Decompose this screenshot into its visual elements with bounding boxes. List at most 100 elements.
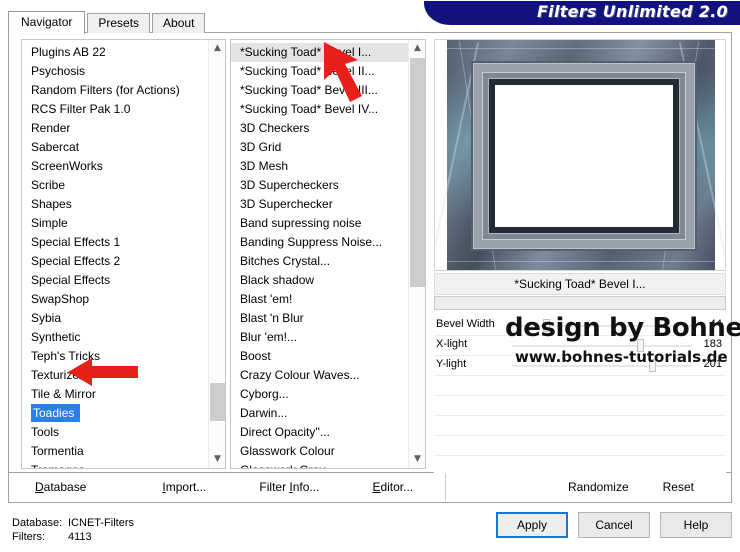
category-item[interactable]: Sabercat	[22, 138, 208, 157]
category-item[interactable]: Tools	[22, 423, 208, 442]
filter-item-selected[interactable]: *Sucking Toad* Bevel I...	[231, 43, 408, 62]
category-item[interactable]: Scribe	[22, 176, 208, 195]
chevron-up-icon[interactable]: ▲	[209, 40, 226, 57]
preset-slot-bar[interactable]	[434, 296, 726, 310]
list-item[interactable]: Tramages	[22, 461, 208, 468]
slider-row[interactable]	[434, 396, 726, 416]
category-item[interactable]: ScreenWorks	[22, 157, 208, 176]
filter-item[interactable]: Blast 'em!	[231, 290, 408, 309]
slider-row[interactable]	[434, 416, 726, 436]
editor-button[interactable]: Editor...	[372, 480, 413, 494]
filter-item[interactable]: Blast 'n Blur	[231, 309, 408, 328]
category-item[interactable]: Psychosis	[22, 62, 208, 81]
list-item[interactable]: Tile & Mirror	[22, 385, 208, 404]
list-item[interactable]: RCS Filter Pak 1.0	[22, 100, 208, 119]
tab-about[interactable]: About	[152, 13, 205, 33]
filter-item[interactable]: 3D Supercheckers	[231, 176, 408, 195]
category-item[interactable]: Shapes	[22, 195, 208, 214]
category-item[interactable]: Tormentia	[22, 442, 208, 461]
list-item[interactable]: Psychosis	[22, 62, 208, 81]
category-item[interactable]: Tramages	[22, 461, 208, 468]
slider-track[interactable]	[512, 345, 692, 347]
tab-navigator[interactable]: Navigator	[8, 11, 85, 34]
category-item[interactable]: Synthetic	[22, 328, 208, 347]
help-button[interactable]: Help	[660, 512, 732, 538]
list-item[interactable]: Tormentia	[22, 442, 208, 461]
reset-button[interactable]: Reset	[663, 480, 694, 494]
list-item[interactable]: Texturize	[22, 366, 208, 385]
list-item[interactable]: Sabercat	[22, 138, 208, 157]
slider-track[interactable]	[512, 365, 692, 367]
filter-item[interactable]: Blur 'em!...	[231, 328, 408, 347]
chevron-down-icon[interactable]: ▼	[209, 451, 226, 468]
list-item[interactable]: Teph's Tricks	[22, 347, 208, 366]
slider-row[interactable]: X-light183	[434, 336, 726, 356]
slider-thumb[interactable]	[543, 319, 550, 332]
list-item[interactable]: Sybia	[22, 309, 208, 328]
filter-item[interactable]: Darwin...	[231, 404, 408, 423]
category-item[interactable]: Special Effects 2	[22, 252, 208, 271]
filter-item[interactable]: *Sucking Toad* Bevel II...	[231, 62, 408, 81]
cancel-button[interactable]: Cancel	[578, 512, 650, 538]
filter-item[interactable]: Direct Opacity''...	[231, 423, 408, 442]
slider-thumb[interactable]	[637, 339, 644, 352]
list-item[interactable]: Toadies	[22, 404, 208, 423]
filter-item[interactable]: Glasswork Colour	[231, 442, 408, 461]
list-item[interactable]: ScreenWorks	[22, 157, 208, 176]
category-item[interactable]: SwapShop	[22, 290, 208, 309]
tab-presets[interactable]: Presets	[87, 13, 150, 33]
list-item[interactable]: Tools	[22, 423, 208, 442]
category-item-selected[interactable]: Toadies	[31, 404, 80, 422]
filter-item[interactable]: Black shadow	[231, 271, 408, 290]
slider-row[interactable]: Y-light201	[434, 356, 726, 376]
import-button[interactable]: Import...	[162, 480, 206, 494]
list-item[interactable]: Plugins AB 22	[22, 43, 208, 62]
filter-item[interactable]: *Sucking Toad* Bevel IV...	[231, 100, 408, 119]
filter-item[interactable]: Glasswork Gray	[231, 461, 408, 468]
database-button[interactable]: Database	[35, 480, 86, 494]
slider-row[interactable]: Bevel Width44	[434, 316, 726, 336]
category-item[interactable]: Render	[22, 119, 208, 138]
filter-item[interactable]: 3D Superchecker	[231, 195, 408, 214]
slider-row[interactable]	[434, 376, 726, 396]
list-item[interactable]: Scribe	[22, 176, 208, 195]
filter-item[interactable]: Bitches Crystal...	[231, 252, 408, 271]
chevron-up-icon[interactable]: ▲	[409, 40, 426, 57]
filter-item[interactable]: Banding Suppress Noise...	[231, 233, 408, 252]
category-item[interactable]: Special Effects	[22, 271, 208, 290]
category-list-scrollbar[interactable]: ▲ ▼	[208, 40, 225, 468]
list-item[interactable]: Render	[22, 119, 208, 138]
slider-track[interactable]	[512, 325, 692, 327]
filter-item[interactable]: *Sucking Toad* Bevel III...	[231, 81, 408, 100]
filter-item[interactable]: Crazy Colour Waves...	[231, 366, 408, 385]
list-item[interactable]: Random Filters (for Actions)	[22, 81, 208, 100]
chevron-down-icon[interactable]: ▼	[409, 451, 426, 468]
filter-item[interactable]: 3D Grid	[231, 138, 408, 157]
category-item[interactable]: Texturize	[22, 366, 208, 385]
preview-pane[interactable]	[434, 39, 726, 271]
list-item[interactable]: Special Effects 1	[22, 233, 208, 252]
filter-item[interactable]: Cyborg...	[231, 385, 408, 404]
randomize-button[interactable]: Randomize	[568, 480, 629, 494]
scrollbar-thumb[interactable]	[410, 58, 425, 287]
filter-list[interactable]: *Sucking Toad* Bevel I...*Sucking Toad* …	[230, 39, 426, 469]
category-item[interactable]: Simple	[22, 214, 208, 233]
category-item[interactable]: Plugins AB 22	[22, 43, 208, 62]
category-list[interactable]: Plugins AB 22PsychosisRandom Filters (fo…	[21, 39, 226, 469]
apply-button[interactable]: Apply	[496, 512, 568, 538]
category-item[interactable]: Sybia	[22, 309, 208, 328]
filter-item[interactable]: 3D Mesh	[231, 157, 408, 176]
filter-info-button[interactable]: Filter Info...	[259, 480, 319, 494]
scrollbar-thumb[interactable]	[210, 383, 225, 421]
slider-thumb[interactable]	[649, 359, 656, 372]
list-item[interactable]: Simple	[22, 214, 208, 233]
filter-item[interactable]: Boost	[231, 347, 408, 366]
list-item[interactable]: Special Effects	[22, 271, 208, 290]
category-item[interactable]: Tile & Mirror	[22, 385, 208, 404]
list-item[interactable]: Shapes	[22, 195, 208, 214]
filter-item[interactable]: Band supressing noise	[231, 214, 408, 233]
filter-list-scrollbar[interactable]: ▲ ▼	[408, 40, 425, 468]
list-item[interactable]: Special Effects 2	[22, 252, 208, 271]
list-item[interactable]: SwapShop	[22, 290, 208, 309]
category-item[interactable]: Special Effects 1	[22, 233, 208, 252]
